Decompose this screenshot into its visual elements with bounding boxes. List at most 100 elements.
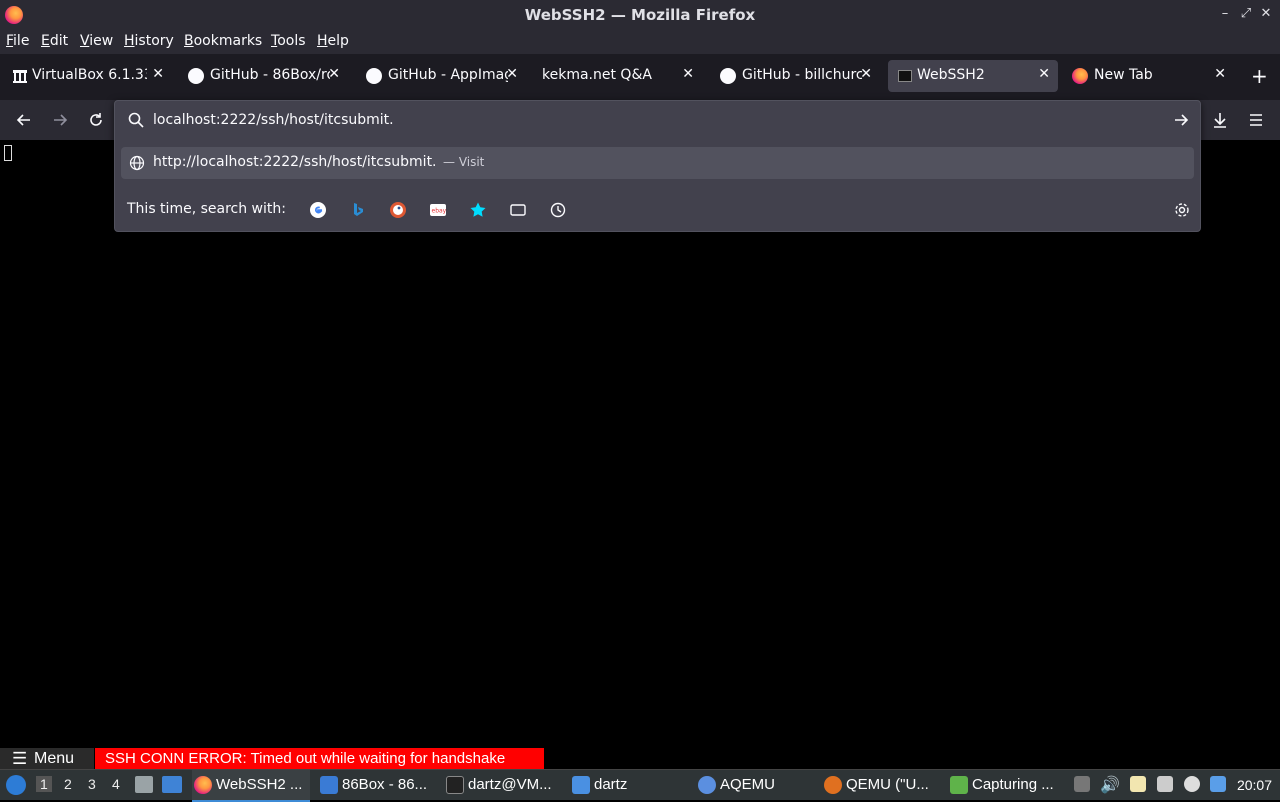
menu-edit[interactable]: Edit — [41, 33, 68, 49]
svg-text:ebay: ebay — [432, 208, 447, 215]
new-tab-button[interactable]: + — [1251, 66, 1268, 86]
tab-kekma[interactable]: kekma.net Q&A ✕ — [532, 60, 702, 92]
history-icon[interactable] — [549, 201, 567, 219]
qemu-icon — [824, 776, 842, 794]
volume-icon[interactable]: 🔊 — [1100, 775, 1120, 795]
tab-label: GitHub - AppImag — [388, 67, 508, 83]
ssh-error-status: SSH CONN ERROR: Timed out while waiting … — [95, 748, 544, 769]
duckduckgo-icon[interactable] — [389, 201, 407, 219]
tab-label: New Tab — [1094, 67, 1153, 83]
file-cabinet-icon[interactable] — [135, 776, 153, 793]
tab-strip: VirtualBox 6.1.33 ✕ GitHub - 86Box/ro ✕ … — [0, 54, 1280, 100]
tabs-icon[interactable] — [509, 201, 527, 219]
back-icon[interactable] — [14, 110, 34, 130]
tab-close-icon[interactable]: ✕ — [1038, 66, 1050, 82]
github-icon — [720, 68, 736, 84]
tab-close-icon[interactable]: ✕ — [1214, 66, 1226, 82]
aqemu-icon — [698, 776, 716, 794]
task-file-manager[interactable]: dartz — [570, 770, 690, 800]
workspace-2[interactable]: 2 — [64, 776, 72, 792]
tab-close-icon[interactable]: ✕ — [860, 66, 872, 82]
capture-icon — [950, 776, 968, 794]
tab-new-tab[interactable]: New Tab ✕ — [1064, 60, 1234, 92]
tab-github-appimage[interactable]: GitHub - AppImag ✕ — [356, 60, 526, 92]
google-icon[interactable] — [309, 201, 327, 219]
github-icon — [366, 68, 382, 84]
tab-github-86box[interactable]: GitHub - 86Box/ro ✕ — [178, 60, 348, 92]
notification-icon[interactable] — [1210, 776, 1226, 792]
tab-webssh2[interactable]: WebSSH2 ✕ — [888, 60, 1058, 92]
close-window-button[interactable]: ✕ — [1258, 6, 1274, 22]
window-title: WebSSH2 — Mozilla Firefox — [524, 6, 756, 24]
86box-icon — [320, 776, 338, 794]
firefox-icon — [1072, 68, 1088, 84]
task-86box[interactable]: 86Box - 86... — [318, 770, 438, 800]
menu-label: Menu — [34, 750, 75, 767]
tab-github-billchurch[interactable]: GitHub - billchurc ✕ — [710, 60, 880, 92]
hamburger-menu-icon[interactable] — [1246, 110, 1266, 130]
task-aqemu[interactable]: AQEMU — [696, 770, 816, 800]
network-icon[interactable] — [1157, 776, 1173, 792]
search-icon — [128, 112, 144, 128]
restore-button[interactable]: ⤢ — [1238, 6, 1254, 22]
tray-scroll-icon[interactable] — [1074, 776, 1090, 792]
tab-close-icon[interactable]: ✕ — [328, 66, 340, 82]
hamburger-icon: ☰ — [12, 749, 28, 768]
tab-close-icon[interactable]: ✕ — [506, 66, 518, 82]
menu-help[interactable]: Help — [317, 33, 349, 49]
tab-close-icon[interactable]: ✕ — [682, 66, 694, 82]
search-with-label: This time, search with: — [127, 201, 286, 217]
workspace-4[interactable]: 4 — [112, 776, 120, 792]
search-settings-gear-icon[interactable] — [1173, 201, 1191, 219]
task-terminal[interactable]: dartz@VM... — [444, 770, 564, 800]
tab-close-icon[interactable]: ✕ — [152, 66, 164, 82]
virtualbox-icon — [13, 70, 27, 83]
suggestion-url: http://localhost:2222/ssh/host/itcsubmit… — [153, 154, 437, 170]
downloads-icon[interactable] — [1210, 110, 1230, 130]
workspace-1[interactable]: 1 — [36, 776, 52, 792]
minimize-button[interactable]: – — [1217, 6, 1233, 22]
terminal-cursor — [4, 145, 12, 161]
terminal-icon — [446, 776, 464, 794]
clock: 20:07 — [1236, 777, 1272, 793]
task-label: QEMU ("U... — [846, 776, 929, 793]
firefox-icon — [194, 776, 212, 794]
menu-tools[interactable]: Tools — [271, 33, 306, 49]
url-input[interactable] — [153, 109, 1153, 131]
bookmarks-icon[interactable] — [469, 201, 487, 219]
window-titlebar: WebSSH2 — Mozilla Firefox – ⤢ ✕ — [0, 0, 1280, 31]
task-qemu[interactable]: QEMU ("U... — [822, 770, 942, 800]
menu-file[interactable]: File — [6, 33, 29, 49]
tab-label: GitHub - 86Box/ro — [210, 67, 330, 83]
terminal-icon — [898, 70, 912, 82]
workspace-3[interactable]: 3 — [88, 776, 96, 792]
task-firefox-webssh2[interactable]: WebSSH2 ... — [192, 770, 310, 802]
globe-icon — [129, 155, 145, 171]
github-icon — [188, 68, 204, 84]
task-label: AQEMU — [720, 776, 776, 793]
bing-icon[interactable] — [349, 201, 367, 219]
show-desktop-icon[interactable] — [162, 776, 182, 793]
task-label: dartz — [594, 776, 628, 793]
menu-bookmarks[interactable]: Bookmarks — [184, 33, 262, 49]
task-label: WebSSH2 ... — [216, 776, 303, 793]
start-menu-icon[interactable] — [6, 775, 26, 795]
clipboard-icon[interactable] — [1130, 776, 1146, 792]
menu-history[interactable]: History — [124, 33, 174, 49]
forward-icon[interactable] — [50, 110, 70, 130]
reload-icon[interactable] — [86, 110, 106, 130]
go-arrow-icon[interactable] — [1172, 111, 1190, 129]
task-capturing[interactable]: Capturing ... — [948, 770, 1068, 800]
tab-label: VirtualBox 6.1.33 — [32, 67, 147, 83]
suggestion-action: — Visit — [443, 155, 485, 169]
url-suggestion-row[interactable]: http://localhost:2222/ssh/host/itcsubmit… — [121, 147, 1194, 179]
task-label: Capturing ... — [972, 776, 1054, 793]
tab-virtualbox[interactable]: VirtualBox 6.1.33 ✕ — [2, 60, 172, 92]
folder-icon — [572, 776, 590, 794]
webssh-menu-button[interactable]: ☰ Menu — [0, 748, 94, 769]
tab-label: kekma.net Q&A — [542, 67, 652, 83]
menu-view[interactable]: View — [80, 33, 113, 49]
ebay-icon[interactable]: ebay — [429, 201, 447, 219]
update-icon[interactable] — [1184, 776, 1200, 792]
task-label: 86Box - 86... — [342, 776, 428, 793]
